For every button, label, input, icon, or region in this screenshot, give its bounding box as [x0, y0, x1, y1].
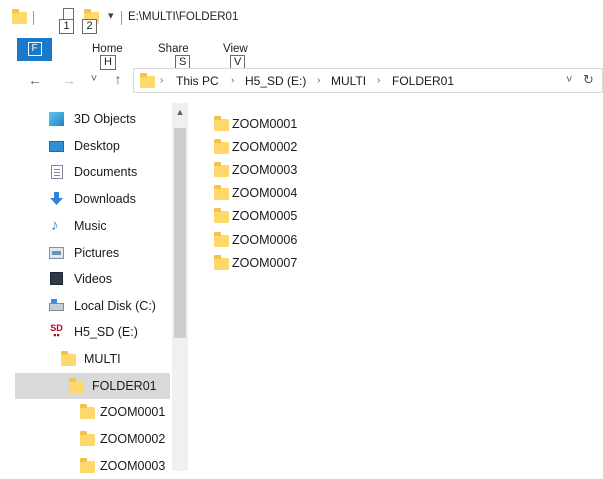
back-arrow-icon[interactable]: ← [26, 72, 44, 88]
list-item-label: ZOOM0007 [232, 256, 298, 270]
breadcrumb-h5-sd[interactable]: H5_SD (E:) [245, 74, 306, 88]
folder-icon [214, 255, 229, 270]
tab-home[interactable]: Home [92, 43, 123, 55]
tree-item-pictures[interactable]: Pictures [15, 240, 170, 266]
tree-item-label: ZOOM0001 [100, 405, 166, 419]
folder-icon [80, 431, 95, 446]
local-disk-icon [49, 299, 64, 311]
keytip-f: F [27, 42, 42, 56]
navigation-pane: 3D Objects Desktop Documents Downloads ♪… [0, 103, 188, 473]
tree-item-label: MULTI [84, 352, 121, 366]
pictures-icon [49, 247, 64, 259]
tree-item-multi[interactable]: MULTI [15, 346, 170, 372]
list-item-label: ZOOM0003 [232, 163, 298, 177]
customize-quick-access-icon[interactable]: ▾ [108, 9, 114, 22]
tree-item-label: ZOOM0002 [100, 432, 166, 446]
desktop-icon [49, 141, 64, 152]
scroll-up-arrow-icon[interactable]: ▲ [172, 107, 188, 121]
tree-item-label: Music [74, 219, 107, 233]
folder-icon [140, 73, 155, 88]
refresh-icon[interactable]: ↻ [583, 72, 594, 88]
tree-item-videos[interactable]: Videos [15, 266, 170, 292]
tree-item-zoom0002[interactable]: ZOOM0002 [15, 426, 170, 452]
tree-item-zoom0001[interactable]: ZOOM0001 [15, 399, 170, 425]
tree-item-label: FOLDER01 [92, 379, 157, 393]
folder-icon [214, 116, 229, 131]
forward-arrow-icon[interactable]: → [60, 72, 78, 88]
tree-item-3d-objects[interactable]: 3D Objects [15, 106, 170, 132]
breadcrumb-separator[interactable]: › [377, 75, 380, 86]
breadcrumb-folder01[interactable]: FOLDER01 [392, 74, 454, 88]
list-item-label: ZOOM0005 [232, 209, 298, 223]
separator [121, 11, 122, 25]
tree-item-label: Documents [74, 165, 138, 179]
nav-scrollbar-thumb[interactable] [174, 128, 186, 338]
list-item-label: ZOOM0004 [232, 186, 298, 200]
tree-item-label: Desktop [74, 139, 120, 153]
folder-icon [214, 185, 229, 200]
up-arrow-icon[interactable]: ↑ [110, 71, 126, 87]
file-list: ZOOM0001 ZOOM0002 ZOOM0003 ZOOM0004 ZOOM… [188, 103, 603, 471]
list-item-label: ZOOM0006 [232, 233, 298, 247]
breadcrumb-separator[interactable]: › [317, 75, 320, 86]
address-bar[interactable]: › This PC › H5_SD (E:) › MULTI › FOLDER0… [133, 68, 603, 93]
folder-icon [214, 232, 229, 247]
videos-icon [50, 272, 63, 285]
tree-item-label: 3D Objects [74, 112, 136, 126]
keytip-1: 1 [59, 19, 74, 34]
window-title: E:\MULTI\FOLDER01 [128, 11, 239, 23]
folder-icon [214, 139, 229, 154]
folder-icon [80, 404, 95, 419]
folder-icon [69, 378, 84, 393]
ribbon-tabs [0, 36, 603, 63]
separator [33, 11, 34, 25]
breadcrumb-this-pc[interactable]: This PC [176, 74, 219, 88]
keytip-2: 2 [82, 19, 97, 34]
3d-objects-icon [49, 112, 64, 126]
folder-icon [214, 208, 229, 223]
downloads-icon [50, 192, 63, 205]
folder-icon [61, 351, 76, 366]
address-dropdown-icon[interactable]: ˅ [566, 74, 572, 86]
tree-item-label: Downloads [74, 192, 136, 206]
tree-item-desktop[interactable]: Desktop [15, 133, 170, 159]
documents-icon [51, 165, 63, 179]
breadcrumb-separator[interactable]: › [160, 75, 163, 86]
folder-icon [12, 9, 27, 24]
tree-item-local-disk[interactable]: Local Disk (C:) [15, 293, 170, 319]
tree-item-downloads[interactable]: Downloads [15, 186, 170, 212]
sd-card-icon: SD ▪▪ [50, 323, 63, 340]
tree-item-h5-sd[interactable]: SD ▪▪ H5_SD (E:) [15, 319, 170, 345]
tree-item-label: Videos [74, 272, 112, 286]
title-bar: 1 2 ▾ E:\MULTI\FOLDER01 [0, 0, 603, 36]
tree-item-zoom0003[interactable]: ZOOM0003 [15, 453, 170, 479]
breadcrumb-separator[interactable]: › [231, 75, 234, 86]
breadcrumb-multi[interactable]: MULTI [331, 74, 366, 88]
list-item-label: ZOOM0002 [232, 140, 298, 154]
folder-icon [214, 162, 229, 177]
list-item-label: ZOOM0001 [232, 117, 298, 131]
recent-locations-icon[interactable]: ˅ [88, 73, 100, 85]
tree-item-documents[interactable]: Documents [15, 159, 170, 185]
tree-item-music[interactable]: ♪ Music [15, 213, 170, 239]
tree-item-label: H5_SD (E:) [74, 325, 138, 339]
tab-share[interactable]: Share [158, 43, 189, 55]
music-icon: ♪ [51, 217, 59, 234]
tab-file[interactable]: F [17, 38, 52, 61]
tree-item-label: Pictures [74, 246, 120, 260]
folder-icon [80, 458, 95, 473]
tree-item-folder01[interactable]: FOLDER01 [15, 373, 170, 399]
tree-item-label: Local Disk (C:) [74, 299, 156, 313]
tab-view[interactable]: View [223, 43, 248, 55]
